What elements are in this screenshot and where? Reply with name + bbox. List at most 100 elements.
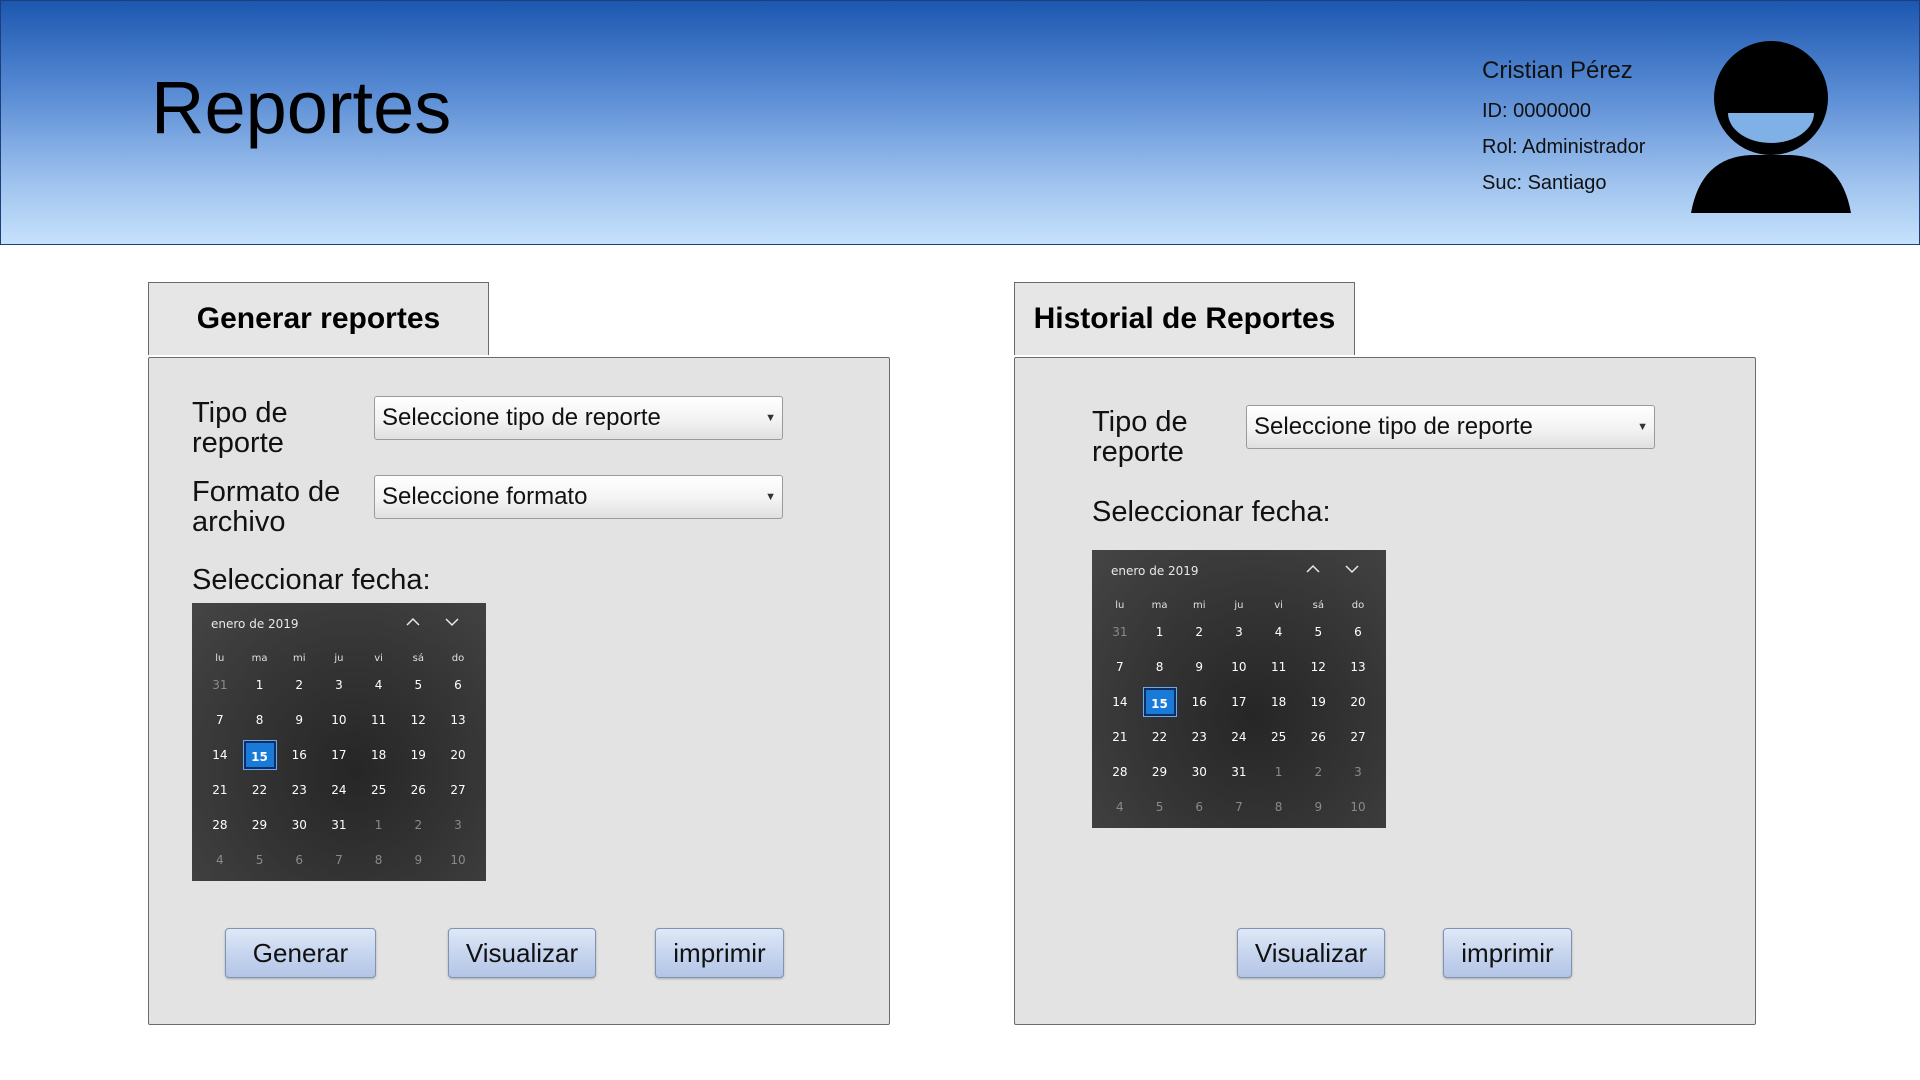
calendar-day[interactable]: 1: [1140, 625, 1180, 639]
calendar-day[interactable]: 5: [1140, 800, 1180, 814]
calendar-day[interactable]: 23: [279, 783, 319, 797]
calendar-day[interactable]: 2: [398, 818, 438, 832]
calendar-day[interactable]: 18: [1259, 695, 1299, 709]
calendar-day[interactable]: 28: [200, 818, 240, 832]
calendar-day[interactable]: 26: [1298, 730, 1338, 744]
calendar-day[interactable]: 29: [1140, 765, 1180, 779]
report-type-select[interactable]: Seleccione tipo de reporte ▼: [374, 396, 783, 440]
calendar-day[interactable]: 10: [438, 853, 478, 867]
calendar-day[interactable]: 3: [319, 678, 359, 692]
calendar-day[interactable]: 6: [1338, 625, 1378, 639]
calendar-day[interactable]: 23: [1179, 730, 1219, 744]
chevron-up-icon[interactable]: [1304, 560, 1322, 578]
calendar-day[interactable]: 24: [1219, 730, 1259, 744]
calendar-day[interactable]: 21: [200, 783, 240, 797]
calendar-day-selected[interactable]: 15: [240, 739, 280, 770]
calendar-day[interactable]: 8: [240, 713, 280, 727]
chevron-down-icon[interactable]: [443, 613, 461, 631]
calendar-day[interactable]: 12: [398, 713, 438, 727]
calendar-day[interactable]: 6: [279, 853, 319, 867]
calendar-day[interactable]: 3: [438, 818, 478, 832]
calendar-day[interactable]: 6: [438, 678, 478, 692]
calendar-day[interactable]: 4: [359, 678, 399, 692]
calendar-day[interactable]: 1: [1259, 765, 1299, 779]
calendar-day[interactable]: 13: [1338, 660, 1378, 674]
chevron-up-icon[interactable]: [404, 613, 422, 631]
calendar-day[interactable]: 30: [279, 818, 319, 832]
calendar-day[interactable]: 3: [1338, 765, 1378, 779]
view-button[interactable]: Visualizar: [448, 928, 596, 978]
file-format-select[interactable]: Seleccione formato ▼: [374, 475, 783, 519]
calendar-day[interactable]: 5: [398, 678, 438, 692]
calendar-day[interactable]: 6: [1179, 800, 1219, 814]
date-picker-calendar[interactable]: enero de 2019 lu ma mi ju vi sá do 31 1 2 3 4 5 6 7 8 9 10…: [192, 603, 486, 881]
calendar-day[interactable]: 25: [1259, 730, 1299, 744]
calendar-day[interactable]: 27: [1338, 730, 1378, 744]
calendar-day[interactable]: 14: [1100, 695, 1140, 709]
history-print-button[interactable]: imprimir: [1443, 928, 1572, 978]
generate-button[interactable]: Generar: [225, 928, 376, 978]
history-report-type-select[interactable]: Seleccione tipo de reporte ▼: [1246, 405, 1655, 449]
calendar-day[interactable]: 26: [398, 783, 438, 797]
calendar-day[interactable]: 22: [1140, 730, 1180, 744]
chevron-down-icon[interactable]: [1343, 560, 1361, 578]
calendar-day[interactable]: 1: [359, 818, 399, 832]
calendar-day[interactable]: 9: [279, 713, 319, 727]
calendar-day[interactable]: 4: [1259, 625, 1299, 639]
calendar-day[interactable]: 10: [1219, 660, 1259, 674]
calendar-day[interactable]: 7: [1100, 660, 1140, 674]
calendar-day[interactable]: 16: [279, 748, 319, 762]
calendar-day[interactable]: 31: [1100, 625, 1140, 639]
calendar-day[interactable]: 7: [1219, 800, 1259, 814]
calendar-day[interactable]: 27: [438, 783, 478, 797]
calendar-day[interactable]: 2: [279, 678, 319, 692]
tab-generate-reports[interactable]: Generar reportes: [148, 282, 489, 355]
calendar-day[interactable]: 8: [359, 853, 399, 867]
calendar-day[interactable]: 21: [1100, 730, 1140, 744]
calendar-day[interactable]: 5: [240, 853, 280, 867]
calendar-day[interactable]: 29: [240, 818, 280, 832]
calendar-day[interactable]: 11: [1259, 660, 1299, 674]
calendar-day[interactable]: 7: [200, 713, 240, 727]
calendar-day[interactable]: 2: [1298, 765, 1338, 779]
calendar-day[interactable]: 31: [1219, 765, 1259, 779]
calendar-day[interactable]: 25: [359, 783, 399, 797]
calendar-day[interactable]: 2: [1179, 625, 1219, 639]
calendar-day[interactable]: 31: [200, 678, 240, 692]
history-view-button[interactable]: Visualizar: [1237, 928, 1385, 978]
calendar-day[interactable]: 11: [359, 713, 399, 727]
calendar-day[interactable]: 1: [240, 678, 280, 692]
calendar-day[interactable]: 7: [319, 853, 359, 867]
calendar-day[interactable]: 10: [319, 713, 359, 727]
calendar-day[interactable]: 9: [1298, 800, 1338, 814]
calendar-day-selected[interactable]: 15: [1140, 686, 1180, 717]
calendar-day[interactable]: 8: [1259, 800, 1299, 814]
calendar-day[interactable]: 13: [438, 713, 478, 727]
calendar-day[interactable]: 19: [1298, 695, 1338, 709]
tab-report-history[interactable]: Historial de Reportes: [1014, 282, 1355, 355]
calendar-day[interactable]: 4: [200, 853, 240, 867]
calendar-day[interactable]: 9: [398, 853, 438, 867]
calendar-day[interactable]: 20: [438, 748, 478, 762]
calendar-day[interactable]: 28: [1100, 765, 1140, 779]
calendar-day[interactable]: 16: [1179, 695, 1219, 709]
calendar-day[interactable]: 9: [1179, 660, 1219, 674]
calendar-day[interactable]: 31: [319, 818, 359, 832]
calendar-day[interactable]: 22: [240, 783, 280, 797]
history-date-picker-calendar[interactable]: enero de 2019 lu ma mi ju vi sá do 31 1 2 3 4 5 6 7 8 9 10…: [1092, 550, 1386, 828]
calendar-day[interactable]: 24: [319, 783, 359, 797]
calendar-day[interactable]: 18: [359, 748, 399, 762]
calendar-day[interactable]: 4: [1100, 800, 1140, 814]
calendar-day[interactable]: 3: [1219, 625, 1259, 639]
calendar-day[interactable]: 17: [1219, 695, 1259, 709]
calendar-day[interactable]: 14: [200, 748, 240, 762]
calendar-day[interactable]: 30: [1179, 765, 1219, 779]
print-button[interactable]: imprimir: [655, 928, 784, 978]
calendar-day[interactable]: 17: [319, 748, 359, 762]
calendar-day[interactable]: 20: [1338, 695, 1378, 709]
calendar-day[interactable]: 19: [398, 748, 438, 762]
calendar-day[interactable]: 10: [1338, 800, 1378, 814]
calendar-day[interactable]: 12: [1298, 660, 1338, 674]
calendar-day[interactable]: 8: [1140, 660, 1180, 674]
calendar-day[interactable]: 5: [1298, 625, 1338, 639]
